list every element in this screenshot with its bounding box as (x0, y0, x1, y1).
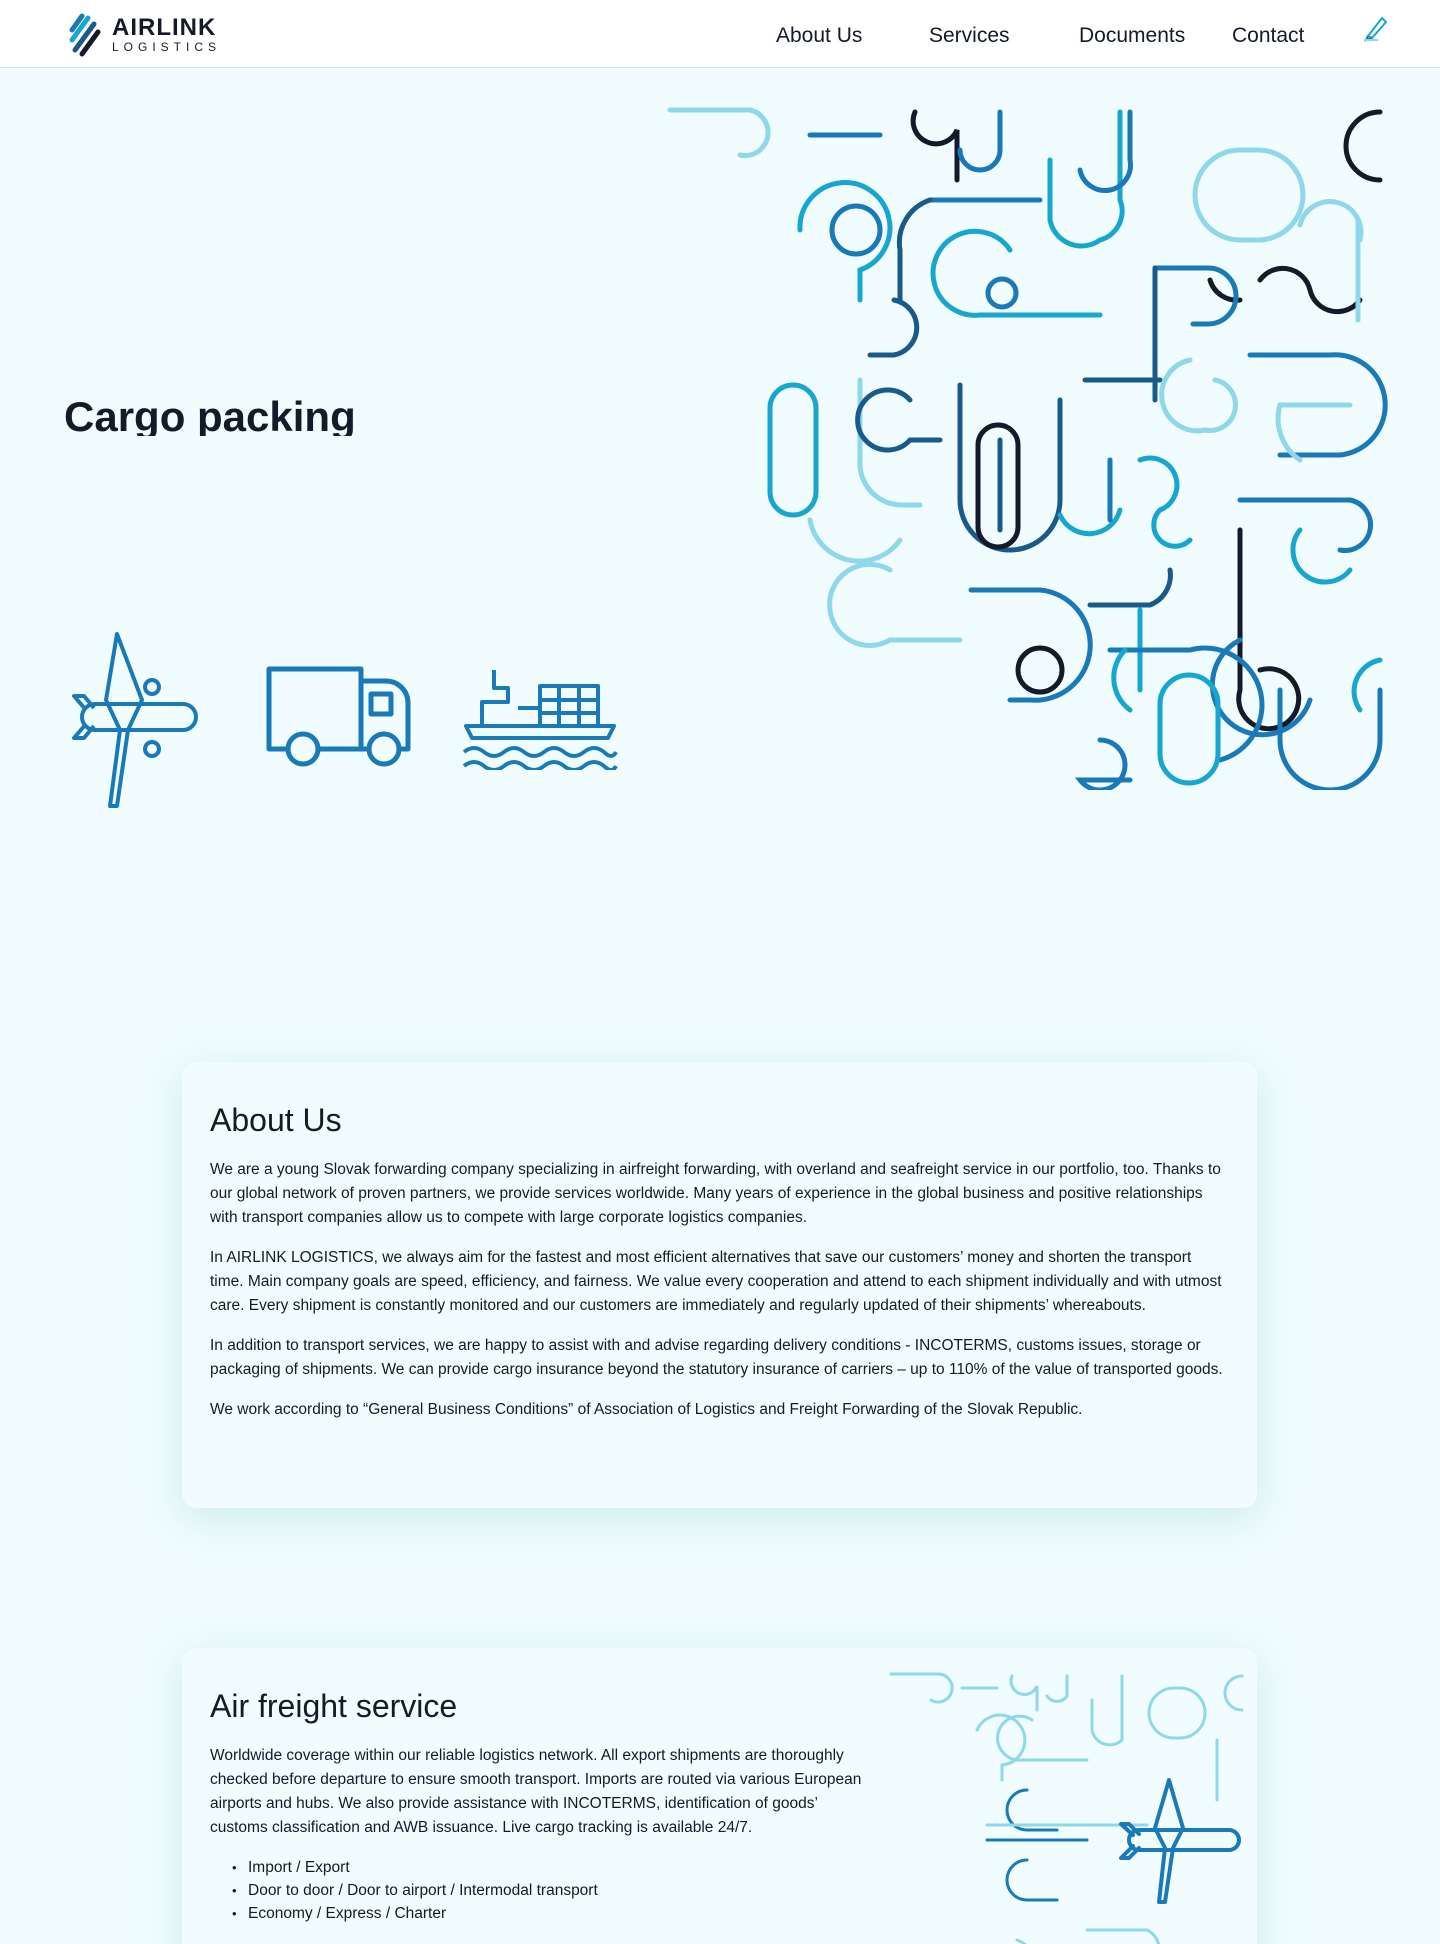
air-freight-list: Import / Export Door to door / Door to a… (232, 1856, 870, 1925)
air-freight-title: Air freight service (210, 1688, 458, 1724)
nav-about-us[interactable]: About Us (776, 24, 862, 48)
list-item: Door to door / Door to airport / Intermo… (232, 1879, 870, 1902)
air-freight-card: Air freight service Worldwide coverage w… (182, 1648, 1257, 1944)
list-item: Economy / Express / Charter (232, 1902, 870, 1925)
about-us-title: About Us (210, 1102, 342, 1138)
site-header: AIRLINK LOGISTICS About Us Services Docu… (0, 0, 1440, 68)
list-item: Import / Export (232, 1856, 870, 1879)
airplane-icon (72, 632, 198, 808)
logo-main-text: AIRLINK (112, 14, 217, 41)
about-paragraph-2: In AIRLINK LOGISTICS, we always aim for … (210, 1249, 1222, 1314)
truck-icon (266, 666, 411, 767)
air-freight-description: Worldwide coverage within our reliable l… (210, 1747, 862, 1836)
nav-services[interactable]: Services (929, 24, 1010, 48)
logo-sub-text: LOGISTICS (112, 40, 222, 54)
logo-mark-icon (69, 13, 101, 57)
about-paragraph-3: In addition to transport services, we ar… (210, 1337, 1223, 1378)
about-paragraph-1: We are a young Slovak forwarding company… (210, 1161, 1221, 1226)
nav-contact[interactable]: Contact (1232, 24, 1304, 48)
about-paragraph-4: We work according to “General Business C… (210, 1401, 1083, 1418)
about-us-card: About Us We are a young Slovak forwardin… (182, 1062, 1257, 1508)
nav-documents[interactable]: Documents (1079, 24, 1185, 48)
pen-icon[interactable] (1360, 12, 1392, 44)
ship-icon (462, 670, 618, 770)
page-title: Cargo packing (64, 393, 356, 436)
decorative-pattern (667, 107, 1388, 790)
air-freight-illustration (889, 1672, 1244, 1944)
logo[interactable]: AIRLINK LOGISTICS (68, 12, 221, 58)
